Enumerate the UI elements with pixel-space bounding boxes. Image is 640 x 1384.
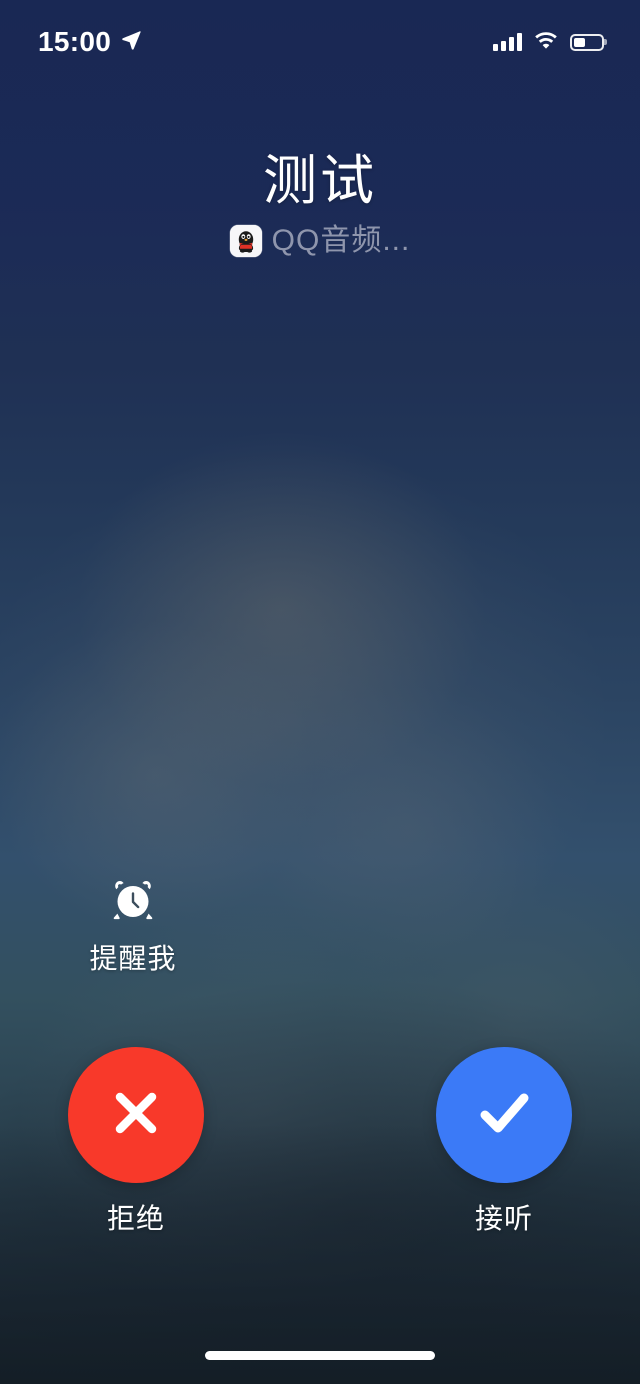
accept-call-label: 接听: [474, 1203, 533, 1234]
alarm-clock-icon[interactable]: [76, 874, 190, 929]
caller-name: 测试: [263, 151, 377, 211]
status-bar-right: [493, 30, 607, 54]
battery-icon: [570, 33, 607, 51]
accept-call-circle[interactable]: [436, 1047, 572, 1183]
wifi-icon: [533, 30, 559, 54]
home-indicator-bar[interactable]: [205, 1351, 435, 1360]
location-arrow-icon: [120, 29, 142, 56]
remind-me-label: 提醒我: [89, 943, 177, 974]
qq-app-icon: [229, 225, 262, 258]
caller-app-label: QQ音频...: [271, 224, 411, 258]
status-bar-left: 15:00: [38, 28, 142, 56]
decline-call-circle[interactable]: [68, 1047, 204, 1183]
incoming-call-screen: 15:00 测试 QQ音频... 提醒我 拒绝 接听: [0, 0, 640, 1384]
status-bar-clock: 15:00: [38, 26, 112, 57]
accept-call-button[interactable]: 接听: [436, 1047, 572, 1233]
checkmark-icon: [469, 1078, 539, 1153]
caller-info: 测试 QQ音频...: [0, 151, 640, 258]
call-actions: 拒绝 接听: [0, 1047, 640, 1233]
close-x-icon: [105, 1082, 167, 1149]
status-bar: 15:00: [0, 0, 640, 84]
decline-call-button[interactable]: 拒绝: [68, 1047, 204, 1233]
cellular-signal-icon: [493, 33, 522, 51]
decline-call-label: 拒绝: [106, 1203, 165, 1234]
remind-me-button[interactable]: 提醒我: [76, 874, 190, 973]
caller-app-row: QQ音频...: [0, 224, 640, 258]
